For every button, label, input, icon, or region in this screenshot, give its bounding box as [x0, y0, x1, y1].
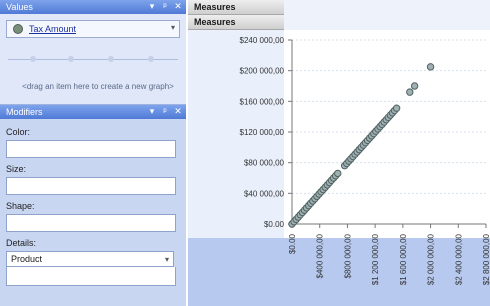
- x-tick-label: $1 600 000,00: [399, 233, 408, 285]
- x-tick-label: $2 400 000,00: [454, 233, 463, 285]
- x-tick-label: $1 200 000,00: [371, 233, 380, 285]
- data-point: [334, 169, 342, 178]
- y-tick-label: $40 000,00: [244, 189, 285, 198]
- x-tick-label: $800 000,00: [343, 233, 352, 278]
- y-tick-label: $200 000,00: [240, 67, 285, 76]
- y-tick-label: $240 000,00: [240, 36, 285, 45]
- x-tick-label: $2 000 000,00: [427, 233, 436, 285]
- data-point: [392, 104, 401, 112]
- scatter-chart: $240 000,00 $200 000,00 $160 000,00 $120 00…: [240, 36, 490, 285]
- y-tick-label: $0.00: [264, 220, 285, 229]
- data-point: [426, 63, 435, 71]
- data-point: [406, 88, 414, 96]
- data-point: [410, 82, 419, 90]
- y-tick-label: $80 000,00: [244, 159, 285, 168]
- x-tick-label: $400 000,00: [316, 233, 325, 278]
- y-tick-label: $160 000,00: [240, 97, 285, 106]
- x-tick-label: $0.00: [288, 233, 297, 254]
- x-tick-label: $2 800 000,00: [482, 233, 490, 285]
- y-tick-label: $120 000,00: [240, 128, 285, 137]
